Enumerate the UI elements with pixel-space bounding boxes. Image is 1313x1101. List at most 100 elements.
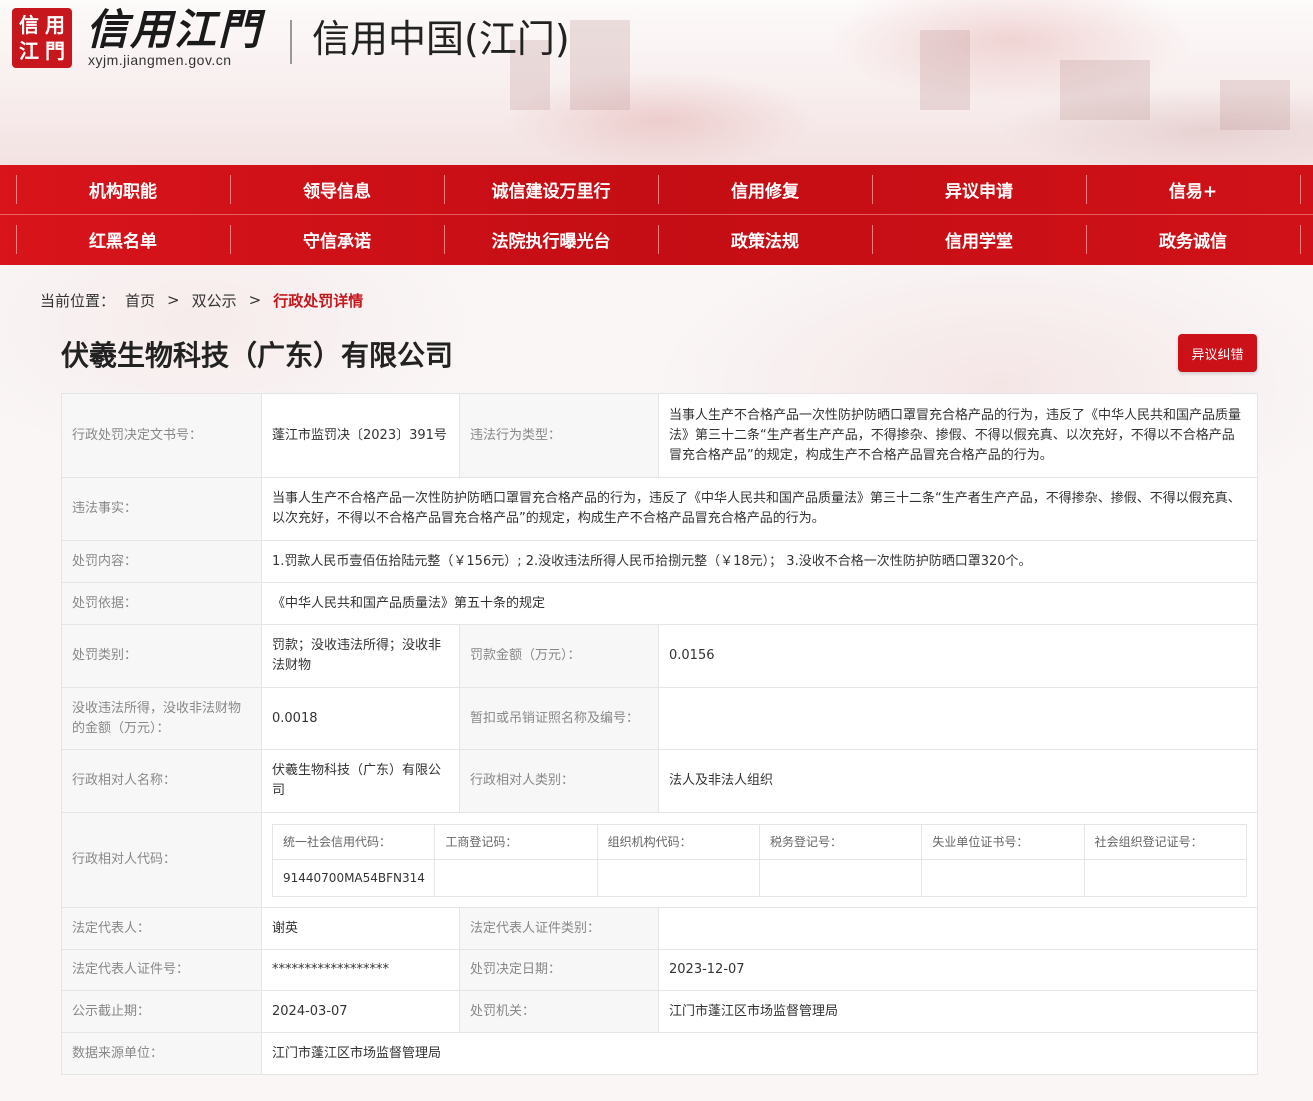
- code-value-business-reg: [434, 858, 598, 897]
- nav-item-gov-integrity[interactable]: 政务诚信: [1086, 215, 1300, 264]
- code-header-tax-reg: 税务登记号：: [758, 823, 923, 860]
- logo-url: xyjm.jiangmen.gov.cn: [88, 52, 232, 68]
- code-header-uscc: 统一社会信用代码：: [271, 823, 436, 860]
- party-name-value: 伏羲生物科技（广东）有限公司: [261, 749, 460, 813]
- nav-item-credit-repair[interactable]: 信用修复: [658, 165, 872, 214]
- license-label: 暂扣或吊销证照名称及编号：: [459, 687, 659, 750]
- publicity-end-label: 公示截止期：: [61, 990, 262, 1033]
- table-row: 处罚依据： 《中华人民共和国产品质量法》第五十条的规定: [61, 582, 1258, 625]
- decision-date-value: 2023-12-07: [658, 949, 1258, 991]
- breadcrumb-home[interactable]: 首页: [125, 290, 155, 311]
- fine-label: 罚款金额（万元）：: [459, 624, 659, 688]
- publicity-end-value: 2024-03-07: [261, 990, 460, 1033]
- objection-button[interactable]: 异议纠错: [1178, 334, 1257, 372]
- table-row: 行政相对人代码： 统一社会信用代码： 工商登记码： 组织机构代码： 税务登记号：…: [61, 812, 1258, 908]
- legal-rep-label: 法定代表人：: [61, 907, 262, 950]
- decision-no-value: 蓬江市监罚决〔2023〕391号: [261, 393, 460, 478]
- table-row: 行政相对人名称： 伏羲生物科技（广东）有限公司 行政相对人类别： 法人及非法人组…: [61, 749, 1258, 813]
- table-row: 处罚类别： 罚款；没收违法所得；没收非法财物 罚款金额（万元）： 0.0156: [61, 624, 1258, 688]
- logo-divider: [290, 20, 292, 64]
- category-value: 罚款；没收违法所得；没收非法财物: [261, 624, 460, 688]
- logo-seal-char: 信: [19, 13, 39, 37]
- logo-seal[interactable]: 信 用 江 門: [12, 8, 72, 68]
- nav-row-1: 机构职能 领导信息 诚信建设万里行 信用修复 异议申请 信易+: [16, 165, 1300, 214]
- basis-label: 处罚依据：: [61, 582, 262, 625]
- table-row: 没收违法所得，没收非法财物的金额（万元）： 0.0018 暂扣或吊销证照名称及编…: [61, 687, 1258, 750]
- legal-rep-id-label: 法定代表人证件号：: [61, 949, 262, 991]
- logo-text[interactable]: 信用江門: [86, 4, 262, 56]
- penalty-detail-table: 行政处罚决定文书号： 蓬江市监罚决〔2023〕391号 违法行为类型： 当事人生…: [61, 393, 1258, 1075]
- content-value: 1.罚款人民币壹佰伍拾陆元整（￥156元）; 2.没收违法所得人民币拾捌元整（￥…: [261, 540, 1258, 583]
- authority-label: 处罚机关：: [459, 990, 659, 1033]
- codes-header-row: 统一社会信用代码： 工商登记码： 组织机构代码： 税务登记号： 失业单位证书号：…: [271, 823, 1248, 860]
- site-header: 信 用 江 門 信用江門 xyjm.jiangmen.gov.cn 信用中国(江…: [0, 0, 1313, 165]
- license-value: [658, 687, 1258, 750]
- code-value-tax-reg: [758, 858, 923, 897]
- nav-item-institution[interactable]: 机构职能: [16, 165, 230, 214]
- legal-rep-id-type-value: [658, 907, 1258, 950]
- breadcrumb-separator: >: [167, 291, 180, 309]
- nav-item-policy[interactable]: 政策法规: [658, 215, 872, 264]
- code-header-unemployment-cert: 失业单位证书号：: [921, 823, 1085, 860]
- nav-item-red-black-list[interactable]: 红黑名单: [16, 215, 230, 264]
- table-row: 数据来源单位： 江门市蓬江区市场监督管理局: [61, 1032, 1258, 1075]
- nav-edge: [1300, 175, 1301, 204]
- party-type-label: 行政相对人类别：: [459, 749, 659, 813]
- table-row: 违法事实： 当事人生产不合格产品一次性防护防晒口罩冒充合格产品的行为，违反了《中…: [61, 477, 1258, 541]
- code-header-social-org: 社会组织登记证号：: [1083, 823, 1248, 860]
- logo-seal-char: 江: [19, 39, 39, 63]
- source-value: 江门市蓬江区市场监督管理局: [261, 1032, 1258, 1075]
- nav-item-xinyi[interactable]: 信易+: [1086, 165, 1300, 214]
- table-row: 法定代表人证件号： ****************** 处罚决定日期： 202…: [61, 949, 1258, 991]
- logo-seal-char: 用: [45, 13, 65, 37]
- nav-item-leaders[interactable]: 领导信息: [230, 165, 444, 214]
- party-code-label: 行政相对人代码：: [61, 812, 262, 908]
- table-row: 行政处罚决定文书号： 蓬江市监罚决〔2023〕391号 违法行为类型： 当事人生…: [61, 393, 1258, 478]
- violation-type-value: 当事人生产不合格产品一次性防护防晒口罩冒充合格产品的行为，违反了《中华人民共和国…: [658, 393, 1258, 478]
- breadcrumb-separator: >: [248, 291, 262, 309]
- nav-edge: [1300, 225, 1301, 254]
- party-type-value: 法人及非法人组织: [658, 749, 1258, 813]
- breadcrumb-prefix: 当前位置：: [40, 291, 116, 310]
- party-codes-table: 统一社会信用代码： 工商登记码： 组织机构代码： 税务登记号： 失业单位证书号：…: [271, 823, 1248, 897]
- nav-item-commitment[interactable]: 守信承诺: [230, 215, 444, 264]
- decision-date-label: 处罚决定日期：: [459, 949, 659, 991]
- codes-value-row: 91440700MA54BFN314: [271, 858, 1248, 897]
- nav-row-2: 红黑名单 守信承诺 法院执行曝光台 政策法规 信用学堂 政务诚信: [16, 215, 1300, 264]
- table-row: 公示截止期： 2024-03-07 处罚机关： 江门市蓬江区市场监督管理局: [61, 990, 1258, 1033]
- nav-item-court-exposure[interactable]: 法院执行曝光台: [444, 215, 658, 264]
- basis-value: 《中华人民共和国产品质量法》第五十条的规定: [261, 582, 1258, 625]
- source-label: 数据来源单位：: [61, 1032, 262, 1075]
- category-label: 处罚类别：: [61, 624, 262, 688]
- logo-seal-char: 門: [45, 39, 65, 63]
- table-row: 法定代表人： 谢英 法定代表人证件类别：: [61, 907, 1258, 950]
- violation-type-label: 违法行为类型：: [459, 393, 659, 478]
- breadcrumb-shuanggongshi[interactable]: 双公示: [192, 290, 237, 311]
- fine-value: 0.0156: [658, 624, 1258, 688]
- table-row: 处罚内容： 1.罚款人民币壹佰伍拾陆元整（￥156元）; 2.没收违法所得人民币…: [61, 540, 1258, 583]
- code-header-business-reg: 工商登记码：: [434, 823, 598, 860]
- code-header-org-code: 组织机构代码：: [596, 823, 760, 860]
- confiscated-value: 0.0018: [261, 687, 460, 750]
- confiscated-label: 没收违法所得，没收非法财物的金额（万元）：: [61, 687, 262, 750]
- content-label: 处罚内容：: [61, 540, 262, 583]
- nav-item-integrity-tour[interactable]: 诚信建设万里行: [444, 165, 658, 214]
- party-name-label: 行政相对人名称：: [61, 749, 262, 813]
- decision-no-label: 行政处罚决定文书号：: [61, 393, 262, 478]
- legal-rep-id-value: ******************: [261, 949, 460, 991]
- main-nav: 机构职能 领导信息 诚信建设万里行 信用修复 异议申请 信易+ 红黑名单 守信承…: [0, 165, 1313, 265]
- facts-label: 违法事实：: [61, 477, 262, 541]
- site-title[interactable]: 信用中国(江门): [312, 14, 570, 64]
- nav-item-objection[interactable]: 异议申请: [872, 165, 1086, 214]
- breadcrumb-current: 行政处罚详情: [273, 291, 364, 310]
- facts-value: 当事人生产不合格产品一次性防护防晒口罩冒充合格产品的行为，违反了《中华人民共和国…: [261, 477, 1258, 541]
- code-value-uscc: 91440700MA54BFN314: [271, 858, 436, 897]
- page-title: 伏羲生物科技（广东）有限公司: [61, 339, 454, 372]
- legal-rep-id-type-label: 法定代表人证件类别：: [459, 907, 659, 950]
- nav-item-credit-school[interactable]: 信用学堂: [872, 215, 1086, 264]
- code-value-social-org: [1083, 858, 1248, 897]
- breadcrumb: 当前位置： 首页 > 双公示 > 行政处罚详情: [40, 288, 363, 312]
- legal-rep-value: 谢英: [261, 907, 460, 950]
- code-value-unemployment-cert: [921, 858, 1085, 897]
- party-code-cell: 统一社会信用代码： 工商登记码： 组织机构代码： 税务登记号： 失业单位证书号：…: [261, 812, 1258, 908]
